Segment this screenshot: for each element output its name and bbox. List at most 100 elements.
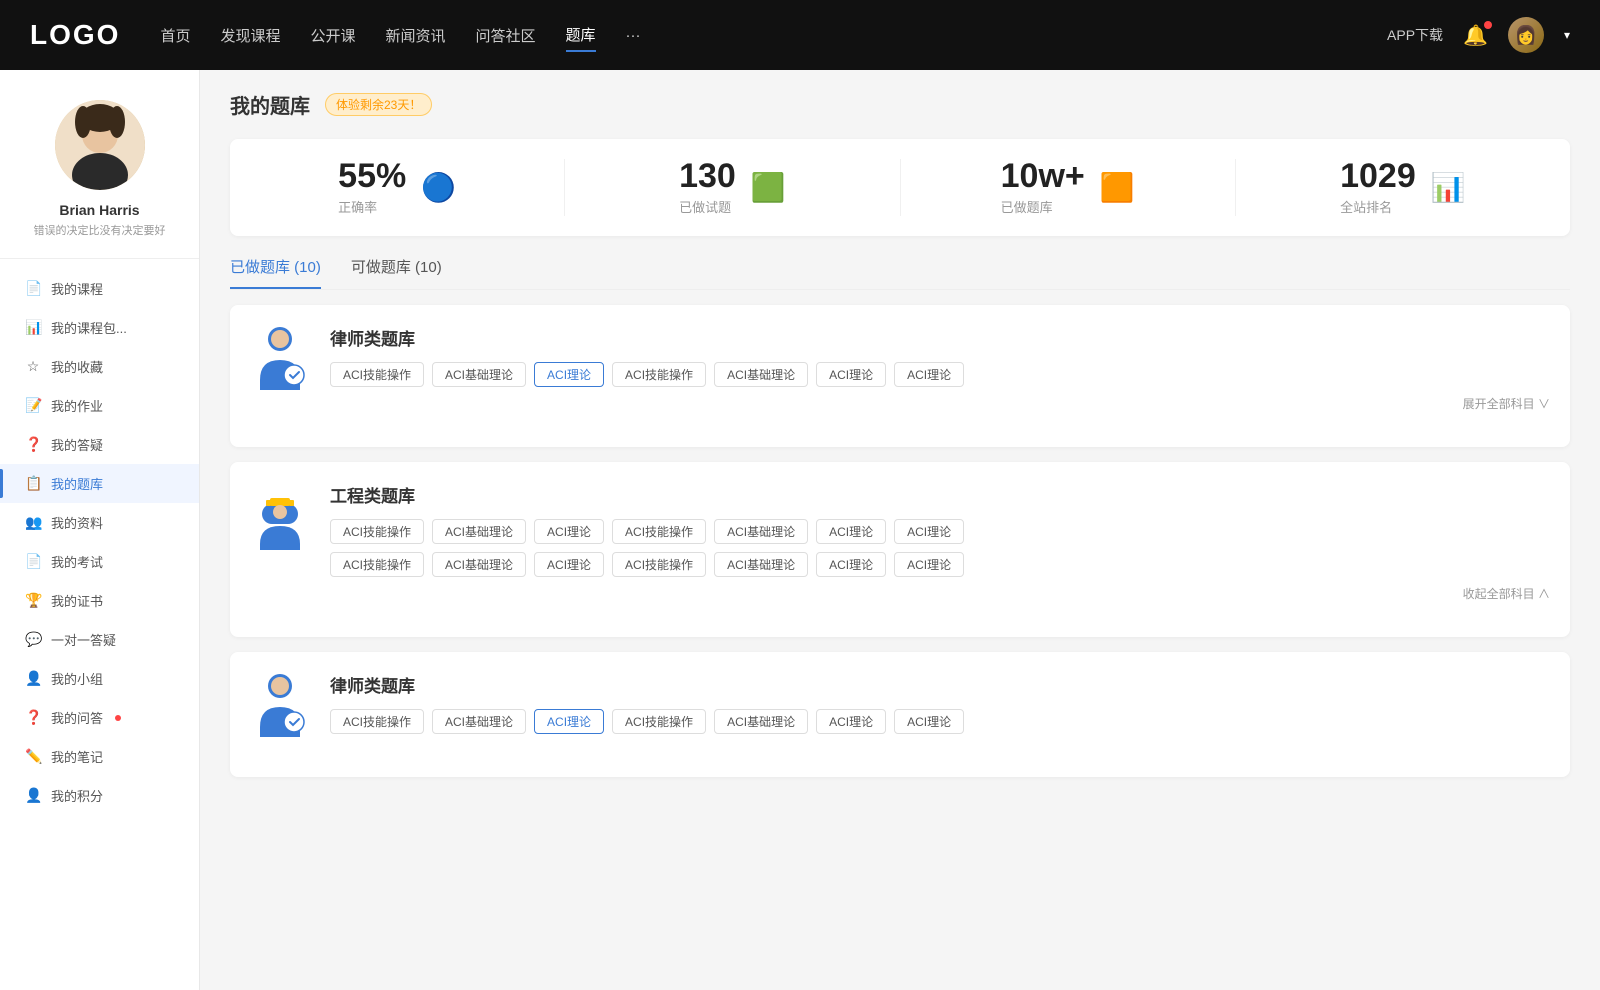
sidebar-icon-3: 📝	[25, 397, 41, 414]
nav-item-0[interactable]: 首页	[160, 20, 190, 51]
stat-text-0: 55% 正确率	[338, 159, 406, 216]
nav-item-5[interactable]: 题库	[566, 19, 596, 52]
stat-label-0: 正确率	[338, 197, 406, 216]
tag-0-3[interactable]: ACI技能操作	[612, 362, 706, 387]
sidebar-item-6[interactable]: 👥我的资料	[0, 503, 199, 542]
tag2-1-1[interactable]: ACI基础理论	[432, 552, 526, 577]
bank-card-body-1: 工程类题库 ACI技能操作ACI基础理论ACI理论ACI技能操作ACI基础理论A…	[330, 482, 1550, 602]
tag2-1-2[interactable]: ACI理论	[534, 552, 604, 577]
stat-icon-2: 🟧	[1100, 171, 1135, 204]
sidebar-avatar	[55, 100, 145, 190]
sidebar-label-12: 我的笔记	[51, 747, 103, 766]
stat-text-1: 130 已做试题	[679, 159, 736, 216]
tag-1-0[interactable]: ACI技能操作	[330, 519, 424, 544]
tab-item-0[interactable]: 已做题库 (10)	[230, 256, 321, 289]
tag-1-1[interactable]: ACI基础理论	[432, 519, 526, 544]
sidebar-item-0[interactable]: 📄我的课程	[0, 269, 199, 308]
sidebar-label-9: 一对一答疑	[51, 630, 116, 649]
stat-label-2: 已做题库	[1001, 197, 1085, 216]
tag-2-2[interactable]: ACI理论	[534, 709, 604, 734]
tag-0-6[interactable]: ACI理论	[894, 362, 964, 387]
tag-2-0[interactable]: ACI技能操作	[330, 709, 424, 734]
nav-item-4[interactable]: 问答社区	[476, 20, 536, 51]
sidebar-item-11[interactable]: ❓我的问答	[0, 698, 199, 737]
nav-item-3[interactable]: 新闻资讯	[386, 20, 446, 51]
stat-item-0: 55% 正确率 🔵	[230, 159, 565, 216]
tag-1-5[interactable]: ACI理论	[816, 519, 886, 544]
bank-card-2: 律师类题库 ACI技能操作ACI基础理论ACI理论ACI技能操作ACI基础理论A…	[230, 652, 1570, 777]
sidebar-label-7: 我的考试	[51, 552, 103, 571]
tag-1-2[interactable]: ACI理论	[534, 519, 604, 544]
tag-2-6[interactable]: ACI理论	[894, 709, 964, 734]
tag-2-5[interactable]: ACI理论	[816, 709, 886, 734]
page-title-bar: 我的题库 体验剩余23天！	[230, 90, 1570, 119]
sidebar-label-2: 我的收藏	[51, 357, 103, 376]
tag-0-5[interactable]: ACI理论	[816, 362, 886, 387]
sidebar-label-10: 我的小组	[51, 669, 103, 688]
tag2-1-0[interactable]: ACI技能操作	[330, 552, 424, 577]
sidebar-label-4: 我的答疑	[51, 435, 103, 454]
stat-text-3: 1029 全站排名	[1340, 159, 1416, 216]
tag2-1-6[interactable]: ACI理论	[894, 552, 964, 577]
tag-1-4[interactable]: ACI基础理论	[714, 519, 808, 544]
avatar-chevron[interactable]: ▾	[1564, 28, 1570, 42]
sidebar-item-10[interactable]: 👤 我的小组	[0, 659, 199, 698]
nav-item-1[interactable]: 发现课程	[220, 20, 280, 51]
tags-row2-1: ACI技能操作 ACI基础理论 ACI理论 ACI技能操作 ACI基础理论 ACI理论 AC…	[330, 552, 1550, 577]
bank-icon-2	[250, 672, 310, 742]
sidebar-profile: Brian Harris 错误的决定比没有决定要好	[0, 90, 199, 259]
sidebar-icon-10: 👤	[25, 670, 41, 687]
stat-item-1: 130 已做试题 🟩	[565, 159, 900, 216]
sidebar-item-4[interactable]: ❓我的答疑	[0, 425, 199, 464]
avatar-image: 👩	[1508, 17, 1544, 53]
sidebar-item-5[interactable]: 📋我的题库	[0, 464, 199, 503]
app-download-button[interactable]: APP下载	[1387, 25, 1443, 45]
bank-icon-0	[250, 325, 310, 395]
user-avatar[interactable]: 👩	[1508, 17, 1544, 53]
sidebar-icon-7: 📄	[25, 553, 41, 570]
tag2-1-4[interactable]: ACI基础理论	[714, 552, 808, 577]
tag-0-0[interactable]: ACI技能操作	[330, 362, 424, 387]
expand-link-0[interactable]: 展开全部科目 ∨	[330, 395, 1550, 412]
stat-label-3: 全站排名	[1340, 197, 1416, 216]
sidebar-label-1: 我的课程包...	[51, 318, 127, 337]
nav-item-6[interactable]: ···	[626, 22, 641, 49]
sidebar-username: Brian Harris	[59, 202, 139, 218]
tag-0-2[interactable]: ACI理论	[534, 362, 604, 387]
tabs-row: 已做题库 (10) 可做题库 (10)	[230, 256, 1570, 290]
tag-0-1[interactable]: ACI基础理论	[432, 362, 526, 387]
tags-row-2: ACI技能操作 ACI基础理论 ACI理论 ACI技能操作 ACI基础理论 ACI理论 AC…	[330, 709, 1550, 734]
bank-icon-1	[250, 482, 310, 552]
tag-2-4[interactable]: ACI基础理论	[714, 709, 808, 734]
stat-value-0: 55%	[338, 159, 406, 193]
sidebar-item-7[interactable]: 📄 我的考试	[0, 542, 199, 581]
stat-text-2: 10w+ 已做题库	[1001, 159, 1085, 216]
stat-value-2: 10w+	[1001, 159, 1085, 193]
sidebar-icon-11: ❓	[25, 709, 41, 726]
stat-icon-1: 🟩	[751, 171, 786, 204]
tag-2-1[interactable]: ACI基础理论	[432, 709, 526, 734]
tag-1-3[interactable]: ACI技能操作	[612, 519, 706, 544]
sidebar-item-9[interactable]: 💬一对一答疑	[0, 620, 199, 659]
tag-1-6[interactable]: ACI理论	[894, 519, 964, 544]
logo: LOGO	[30, 19, 120, 51]
sidebar-item-1[interactable]: 📊我的课程包...	[0, 308, 199, 347]
bank-card-title-0: 律师类题库	[330, 325, 1550, 350]
tag2-1-3[interactable]: ACI技能操作	[612, 552, 706, 577]
tag-0-4[interactable]: ACI基础理论	[714, 362, 808, 387]
notification-bell[interactable]: 🔔	[1463, 23, 1488, 48]
bank-cards-container: 律师类题库 ACI技能操作ACI基础理论ACI理论ACI技能操作ACI基础理论A…	[230, 305, 1570, 777]
main-layout: Brian Harris 错误的决定比没有决定要好 📄我的课程📊我的课程包...…	[0, 70, 1600, 990]
sidebar-item-13[interactable]: 👤我的积分	[0, 776, 199, 815]
tag2-1-5[interactable]: ACI理论	[816, 552, 886, 577]
tab-item-1[interactable]: 可做题库 (10)	[351, 256, 442, 289]
expand-link-1[interactable]: 收起全部科目 ∧	[330, 585, 1550, 602]
sidebar-item-8[interactable]: 🏆我的证书	[0, 581, 199, 620]
sidebar-item-12[interactable]: ✏️我的笔记	[0, 737, 199, 776]
sidebar-item-2[interactable]: ☆我的收藏	[0, 347, 199, 386]
nav-item-2[interactable]: 公开课	[310, 20, 355, 51]
sidebar-item-3[interactable]: 📝我的作业	[0, 386, 199, 425]
stats-row: 55% 正确率 🔵 130 已做试题 🟩 10w+ 已做题库 🟧 1029 全站…	[230, 139, 1570, 236]
trial-badge: 体验剩余23天！	[325, 93, 432, 116]
tag-2-3[interactable]: ACI技能操作	[612, 709, 706, 734]
